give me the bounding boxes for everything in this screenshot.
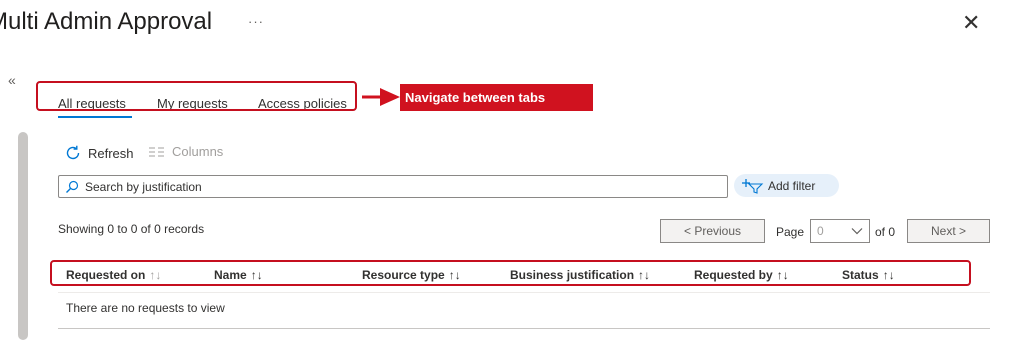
previous-button[interactable]: < Previous	[660, 219, 765, 243]
column-label: Requested on	[66, 268, 146, 282]
refresh-button[interactable]: Refresh	[64, 144, 134, 162]
callout-arrow-icon	[362, 88, 400, 106]
column-header-name[interactable]: Name ↑↓	[214, 268, 263, 282]
column-header-requested-by[interactable]: Requested by ↑↓	[694, 268, 789, 282]
sort-icon: ↑↓	[448, 268, 461, 282]
search-icon	[66, 180, 79, 193]
tabs-highlight-box	[36, 81, 357, 111]
search-input[interactable]	[85, 179, 685, 194]
sort-icon: ↑↓	[250, 268, 263, 282]
column-header-resource-type[interactable]: Resource type ↑↓	[362, 268, 461, 282]
page-label: Page	[776, 225, 805, 239]
column-header-status[interactable]: Status ↑↓	[842, 268, 895, 282]
divider	[58, 292, 990, 293]
divider	[58, 328, 990, 329]
records-count: Showing 0 to 0 of 0 records	[58, 222, 205, 236]
close-button[interactable]: ✕	[962, 10, 980, 36]
add-filter-button[interactable]: Add filter	[734, 174, 839, 197]
search-box[interactable]	[58, 175, 728, 198]
columns-button[interactable]: Columns	[148, 144, 223, 159]
page-title: Multi Admin Approval	[0, 8, 213, 35]
active-tab-indicator	[58, 116, 132, 118]
page-count-label: of 0	[875, 225, 896, 239]
sort-icon: ↑↓	[776, 268, 789, 282]
more-options-icon[interactable]: ···	[248, 14, 264, 29]
column-label: Status	[842, 268, 879, 282]
add-filter-icon	[742, 178, 764, 194]
page-select[interactable]: 0	[810, 219, 870, 243]
scrollbar-thumb[interactable]	[18, 132, 28, 340]
column-label: Business justification	[510, 268, 635, 282]
annotation-callout: Navigate between tabs	[400, 84, 593, 111]
sort-icon: ↑↓	[882, 268, 895, 282]
sort-icon: ↑↓	[638, 268, 651, 282]
column-label: Resource type	[362, 268, 445, 282]
column-header-requested-on[interactable]: Requested on ↑↓	[66, 268, 161, 282]
add-filter-label: Add filter	[768, 178, 816, 193]
refresh-icon	[66, 145, 80, 160]
page-value: 0	[817, 224, 824, 238]
columns-label: Columns	[172, 144, 224, 159]
chevron-down-icon	[851, 228, 863, 235]
collapse-sidebar-icon[interactable]: «	[8, 72, 16, 88]
next-button[interactable]: Next >	[907, 219, 990, 243]
refresh-label: Refresh	[88, 145, 134, 161]
columns-icon	[149, 147, 164, 156]
column-label: Name	[214, 268, 247, 282]
column-label: Requested by	[694, 268, 773, 282]
column-header-business-justification[interactable]: Business justification ↑↓	[510, 268, 650, 282]
empty-table-message: There are no requests to view	[66, 301, 225, 315]
sort-icon: ↑↓	[149, 268, 162, 282]
